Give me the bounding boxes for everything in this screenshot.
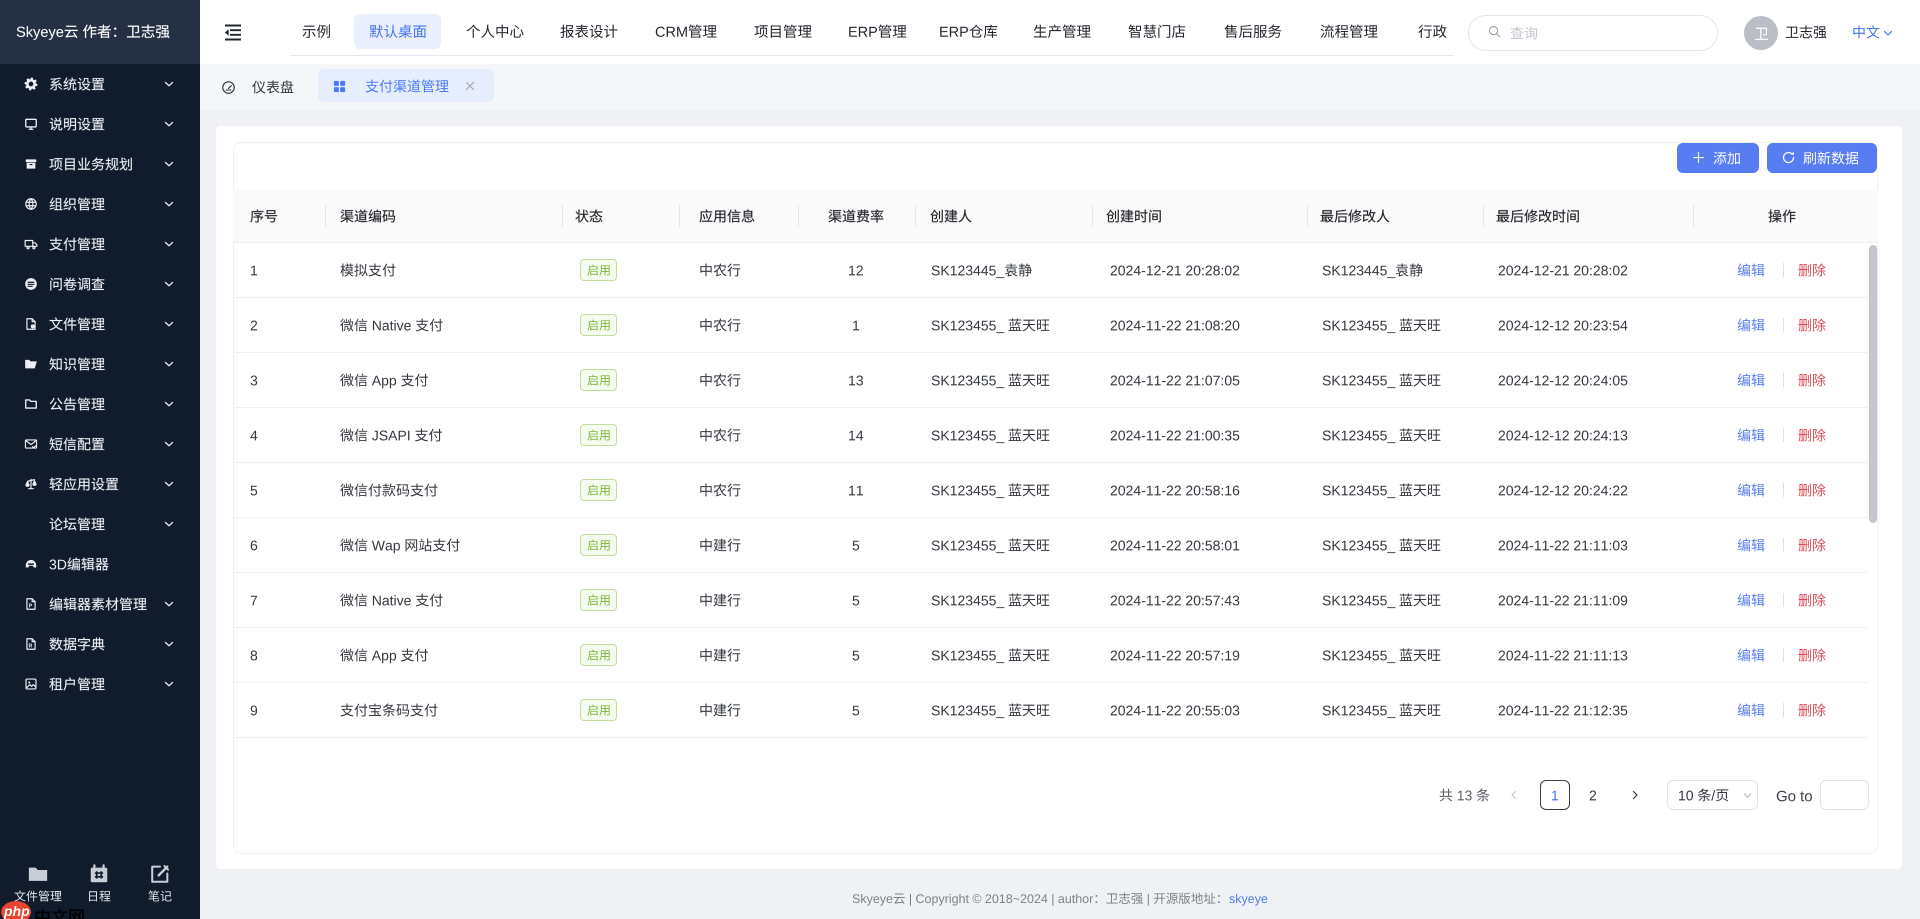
svg-text:P: P [29,604,33,610]
svg-text:R: R [29,644,33,650]
